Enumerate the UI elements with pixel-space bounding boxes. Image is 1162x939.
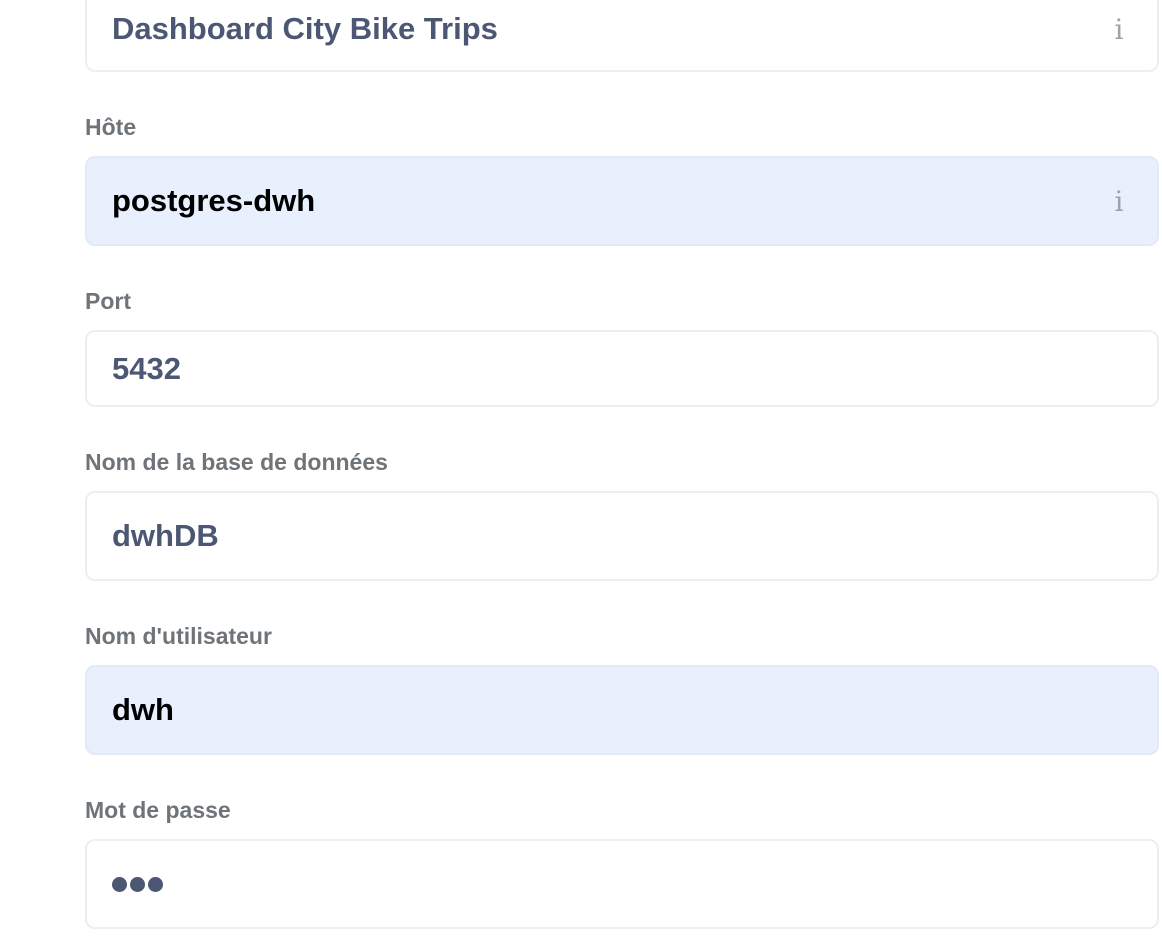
host-field[interactable]: postgres-dwh i (85, 156, 1159, 246)
display-name-field[interactable]: Dashboard City Bike Trips i (85, 0, 1159, 72)
username-label: Nom d'utilisateur (85, 623, 272, 649)
port-value: 5432 (112, 350, 181, 386)
dbname-field[interactable]: dwhDB (85, 491, 1159, 581)
username-field[interactable]: dwh (85, 665, 1159, 755)
password-dot (130, 876, 145, 892)
password-field[interactable] (85, 839, 1159, 929)
password-dot (112, 876, 127, 892)
info-icon[interactable]: i (1109, 185, 1129, 218)
display-name-value: Dashboard City Bike Trips (112, 11, 498, 46)
password-value (112, 876, 163, 892)
password-label: Mot de passe (85, 797, 231, 823)
password-dot (148, 876, 163, 892)
port-field[interactable]: 5432 (85, 330, 1159, 407)
dbname-label: Nom de la base de données (85, 449, 388, 475)
dbname-value: dwhDB (112, 518, 219, 553)
host-value: postgres-dwh (112, 183, 316, 218)
database-connection-form: Dashboard City Bike Trips i Hôte postgre… (0, 0, 1162, 939)
host-label: Hôte (85, 114, 137, 140)
username-value: dwh (112, 692, 174, 727)
port-label: Port (85, 288, 131, 314)
info-icon[interactable]: i (1109, 13, 1129, 46)
